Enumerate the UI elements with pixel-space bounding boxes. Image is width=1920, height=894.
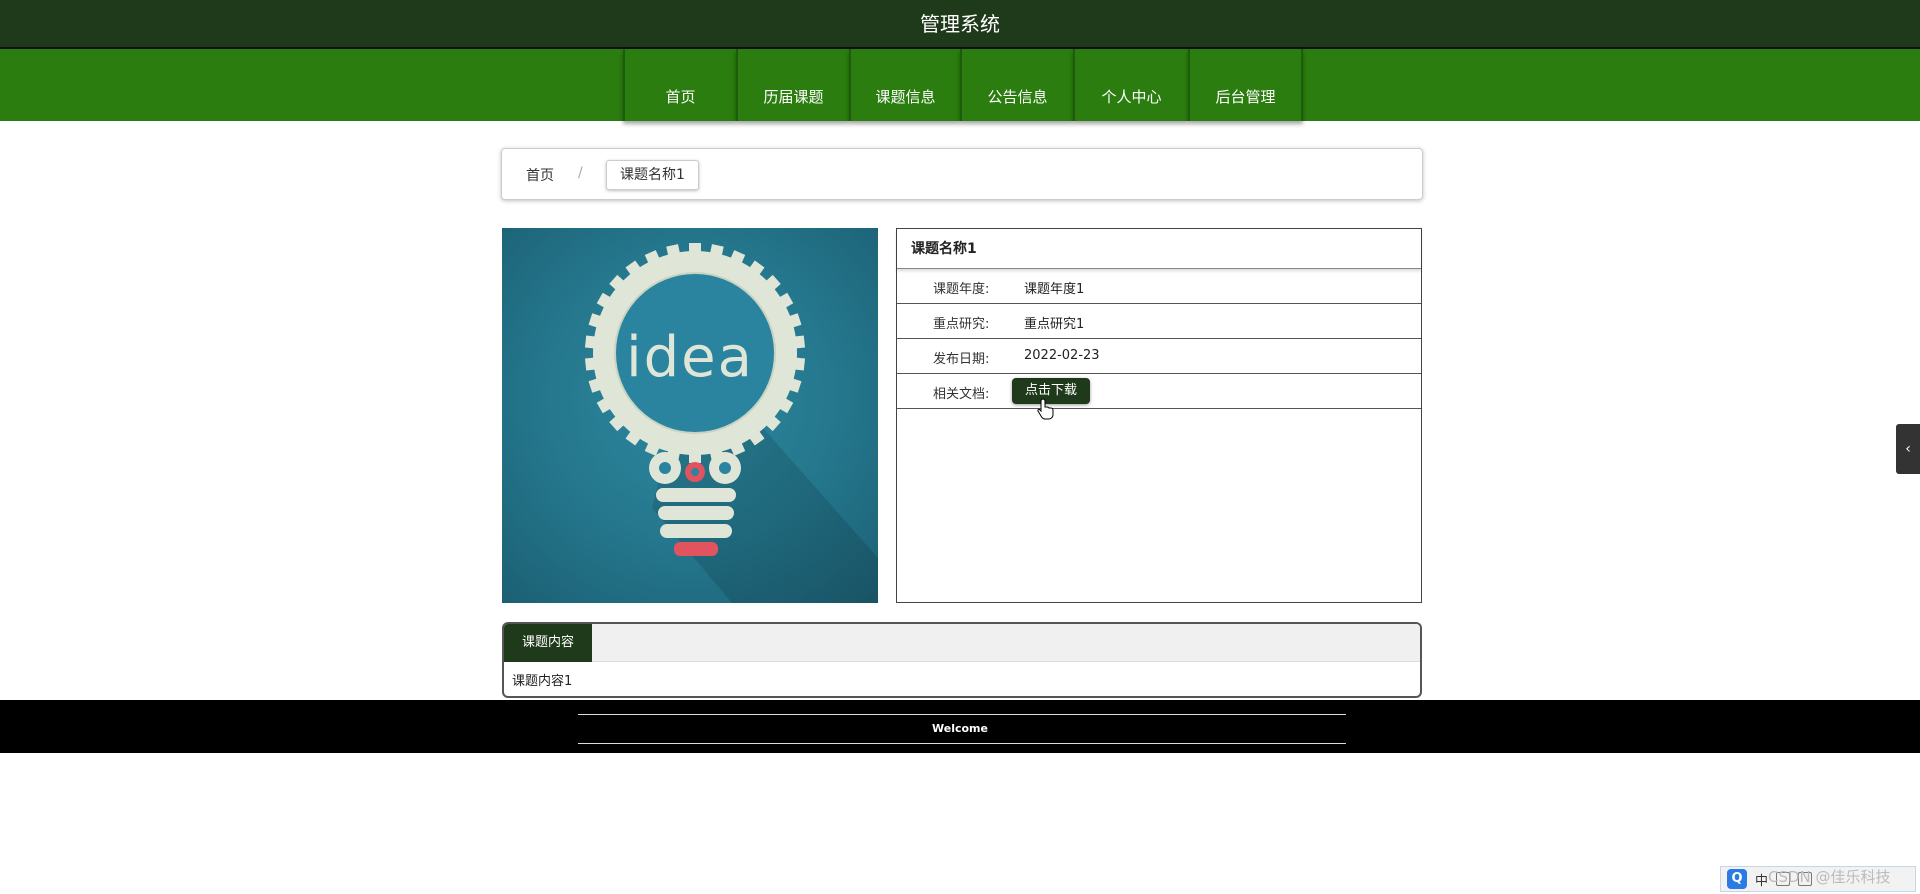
footer-divider-bottom bbox=[578, 743, 1346, 744]
detail-value: 2022-02-23 bbox=[1024, 348, 1100, 363]
idea-text: idea bbox=[626, 325, 754, 390]
nav-menu: 首页 历届课题 课题信息 公告信息 个人中心 后台管理 bbox=[623, 49, 1303, 121]
detail-value: 重点研究1 bbox=[1024, 317, 1085, 332]
topic-content-panel: 课题内容 课题内容1 bbox=[502, 622, 1422, 698]
nav-item-admin[interactable]: 后台管理 bbox=[1188, 49, 1303, 121]
detail-row-year: 课题年度: 课题年度1 bbox=[897, 269, 1421, 304]
hand-cursor-icon bbox=[1037, 398, 1054, 420]
watermark: CSDN @佳乐科技 bbox=[1768, 868, 1891, 886]
detail-label: 重点研究: bbox=[933, 317, 990, 332]
detail-label: 发布日期: bbox=[933, 352, 990, 367]
top-header: 管理系统 bbox=[0, 0, 1920, 49]
breadcrumb-current: 课题名称1 bbox=[606, 160, 699, 190]
chevron-left-icon[interactable]: ‹ bbox=[1896, 424, 1920, 474]
topic-detail-panel: 课题名称1 课题年度: 课题年度1 重点研究: 重点研究1 发布日期: 2022… bbox=[896, 228, 1422, 603]
breadcrumb-separator: / bbox=[578, 165, 583, 181]
main-nav: 首页 历届课题 课题信息 公告信息 个人中心 后台管理 bbox=[0, 49, 1920, 121]
detail-row-date: 发布日期: 2022-02-23 bbox=[897, 339, 1421, 374]
nav-item-past-topics[interactable]: 历届课题 bbox=[736, 49, 849, 121]
detail-label: 课题年度: bbox=[933, 282, 990, 297]
lightbulb-gear-illustration bbox=[584, 243, 878, 603]
detail-row-research: 重点研究: 重点研究1 bbox=[897, 304, 1421, 339]
footer: Welcome bbox=[0, 700, 1920, 753]
content-tabs: 课题内容 bbox=[504, 624, 1420, 662]
nav-item-topic-info[interactable]: 课题信息 bbox=[849, 49, 960, 121]
ime-mode[interactable]: 中 bbox=[1755, 870, 1768, 889]
breadcrumb: 首页 / 课题名称1 bbox=[501, 148, 1423, 200]
footer-welcome: Welcome bbox=[932, 722, 988, 735]
breadcrumb-home-link[interactable]: 首页 bbox=[526, 165, 554, 185]
topic-image: idea bbox=[502, 228, 878, 603]
detail-label: 相关文档: bbox=[933, 387, 990, 402]
ime-logo-icon[interactable]: Q bbox=[1727, 869, 1747, 889]
nav-item-personal-center[interactable]: 个人中心 bbox=[1073, 49, 1188, 121]
topic-content-body: 课题内容1 bbox=[512, 674, 573, 689]
detail-row-document: 相关文档: 点击下载 bbox=[897, 374, 1421, 420]
site-title: 管理系统 bbox=[920, 12, 1000, 36]
nav-item-announcements[interactable]: 公告信息 bbox=[960, 49, 1073, 121]
topic-title: 课题名称1 bbox=[897, 229, 1421, 269]
nav-item-home[interactable]: 首页 bbox=[623, 49, 736, 121]
detail-value: 课题年度1 bbox=[1024, 282, 1085, 297]
tab-topic-content[interactable]: 课题内容 bbox=[504, 624, 592, 662]
footer-divider-top bbox=[578, 714, 1346, 715]
